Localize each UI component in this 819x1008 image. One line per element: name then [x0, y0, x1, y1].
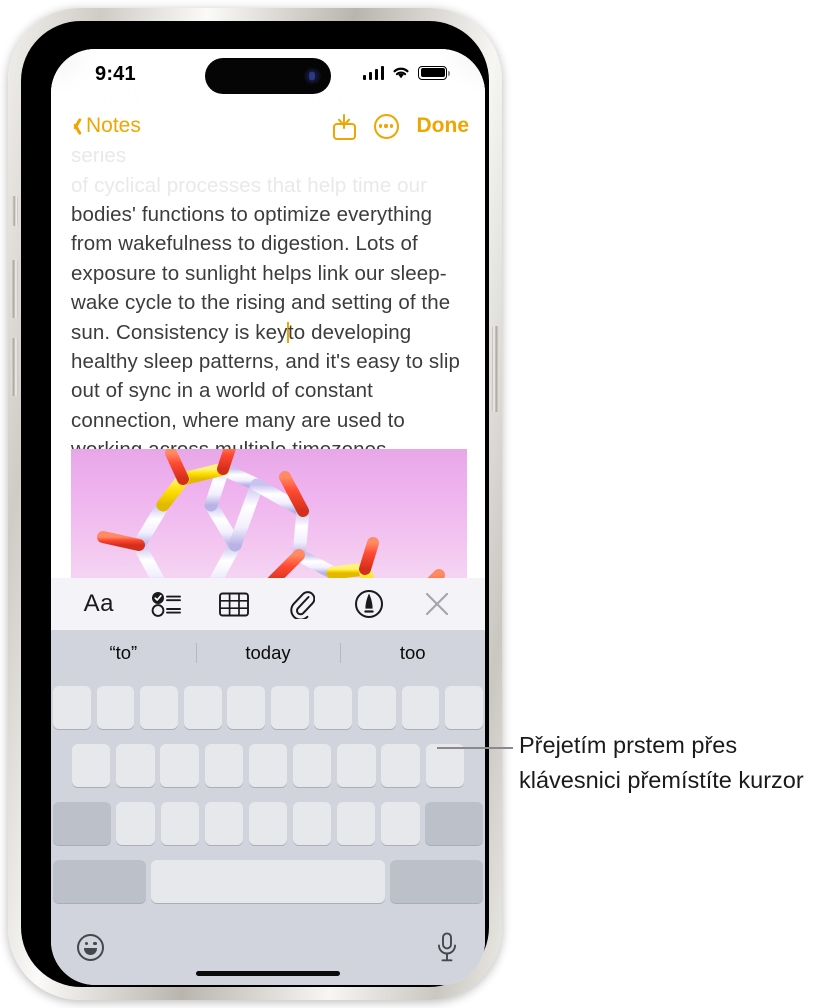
screenshot-root: sunlight has a profound impact on the sl… [0, 0, 819, 1008]
key-blank[interactable] [116, 744, 155, 787]
text-format-icon[interactable]: Aa [77, 587, 121, 621]
key-blank[interactable] [183, 686, 222, 729]
wifi-icon [393, 67, 409, 79]
key-blank[interactable] [248, 744, 288, 787]
chevron-left-icon [69, 117, 80, 136]
nav-actions: Done [332, 113, 470, 140]
navigation-bar: Notes Done [51, 103, 485, 149]
home-indicator[interactable] [196, 970, 340, 976]
return-key[interactable] [390, 860, 483, 903]
key-blank[interactable] [337, 744, 376, 787]
phone-screen: sunlight has a profound impact on the sl… [51, 49, 485, 985]
key-blank[interactable] [381, 802, 420, 845]
battery-full-icon [418, 65, 450, 80]
shift-key[interactable] [53, 802, 111, 845]
checklist-icon[interactable] [144, 587, 188, 621]
key-blank[interactable] [425, 744, 465, 787]
back-button-label: Notes [86, 114, 141, 137]
key-blank[interactable] [248, 802, 288, 845]
mute-switch-button[interactable] [12, 196, 18, 226]
prediction-0[interactable]: “to” [51, 642, 196, 664]
keyboard-row-2 [51, 744, 485, 787]
backspace-key[interactable] [425, 802, 483, 845]
signal-bars-icon [362, 65, 384, 80]
key-blank[interactable] [140, 686, 178, 729]
markup-pen-icon[interactable] [347, 587, 391, 621]
callout-text: Přejetím prstem přes klávesnici přemístí… [519, 732, 804, 793]
callout-leader-line [437, 747, 513, 749]
key-blank[interactable] [53, 686, 91, 729]
key-blank[interactable] [293, 744, 332, 787]
key-blank[interactable] [204, 744, 244, 787]
keyboard-row-3 [51, 802, 485, 845]
front-camera-icon [304, 67, 321, 85]
back-to-notes-button[interactable]: Notes [69, 114, 141, 138]
microphone-icon[interactable] [435, 932, 459, 962]
share-icon[interactable] [332, 113, 356, 140]
prediction-2[interactable]: too [340, 642, 485, 664]
dynamic-island [205, 58, 331, 94]
more-ellipsis-icon[interactable] [373, 113, 399, 139]
note-faded-line-3: of cyclical processes that help time our [71, 173, 428, 197]
key-blank[interactable] [72, 744, 111, 787]
status-bar: 9:41 [51, 49, 485, 103]
table-icon[interactable] [212, 587, 256, 621]
volume-down-button[interactable] [11, 338, 18, 396]
volume-up-button[interactable] [11, 260, 18, 318]
emoji-smiley-icon[interactable] [77, 933, 104, 961]
space-key[interactable] [151, 860, 385, 903]
paperclip-attach-icon[interactable] [280, 587, 324, 621]
key-blank[interactable] [445, 686, 483, 729]
key-blank[interactable] [116, 802, 155, 845]
phone-hardware-frame: sunlight has a profound impact on the sl… [8, 8, 502, 1000]
key-blank[interactable] [160, 744, 199, 787]
key-blank[interactable] [337, 802, 376, 845]
key-blank[interactable] [96, 686, 135, 729]
power-button[interactable] [492, 326, 499, 412]
numbers-key[interactable] [53, 860, 146, 903]
key-blank[interactable] [381, 744, 420, 787]
key-blank[interactable] [270, 686, 309, 729]
phone-bezel: sunlight has a profound impact on the sl… [21, 21, 489, 987]
key-blank[interactable] [160, 802, 199, 845]
key-blank[interactable] [401, 686, 440, 729]
key-blank[interactable] [292, 802, 332, 845]
key-blank[interactable] [314, 686, 353, 729]
key-blank[interactable] [358, 686, 396, 729]
on-screen-keyboard[interactable] [51, 676, 485, 985]
keyboard-row-1 [51, 686, 485, 729]
prediction-1[interactable]: today [196, 642, 341, 664]
close-x-icon[interactable] [415, 587, 459, 621]
key-blank[interactable] [227, 686, 266, 729]
key-blank[interactable] [204, 802, 244, 845]
status-clock: 9:41 [95, 63, 136, 85]
keyboard-row-4 [51, 860, 485, 903]
predictive-text-bar: “to” today too [51, 630, 485, 676]
format-toolbar: Aa [51, 578, 485, 630]
status-indicators [362, 65, 450, 80]
keyboard-bottom-row [51, 921, 485, 973]
done-button[interactable]: Done [417, 114, 470, 138]
